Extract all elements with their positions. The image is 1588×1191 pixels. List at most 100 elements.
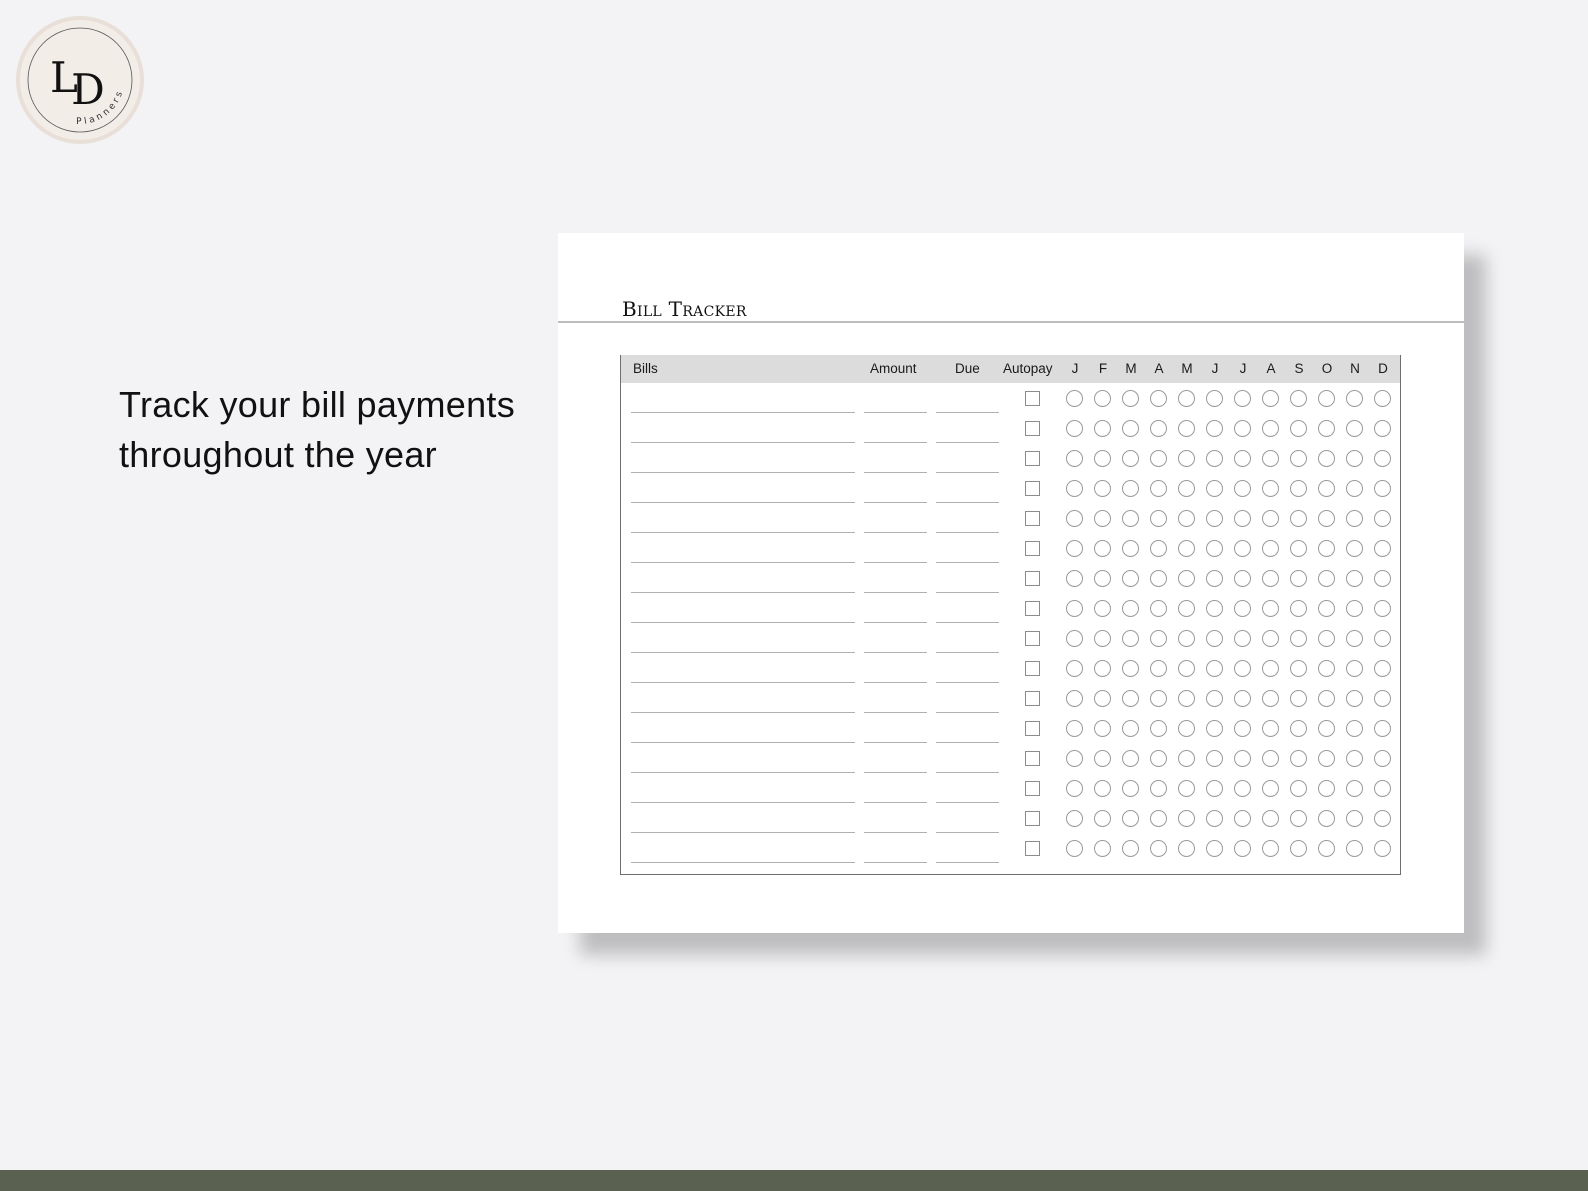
month-paid-circle-may[interactable] [1178, 690, 1195, 707]
month-paid-circle-apr[interactable] [1150, 840, 1167, 857]
bill-name-line[interactable] [631, 652, 855, 653]
month-paid-circle-dec[interactable] [1374, 570, 1391, 587]
bill-name-line[interactable] [631, 412, 855, 413]
month-paid-circle-aug[interactable] [1262, 660, 1279, 677]
month-paid-circle-mar[interactable] [1122, 750, 1139, 767]
bill-name-line[interactable] [631, 862, 855, 863]
month-paid-circle-may[interactable] [1178, 810, 1195, 827]
bill-name-line[interactable] [631, 592, 855, 593]
month-paid-circle-feb[interactable] [1094, 690, 1111, 707]
month-paid-circle-jun[interactable] [1206, 510, 1223, 527]
month-paid-circle-jan[interactable] [1066, 600, 1083, 617]
month-paid-circle-mar[interactable] [1122, 510, 1139, 527]
month-paid-circle-may[interactable] [1178, 630, 1195, 647]
month-paid-circle-feb[interactable] [1094, 390, 1111, 407]
month-paid-circle-jan[interactable] [1066, 630, 1083, 647]
due-date-line[interactable] [936, 832, 999, 833]
month-paid-circle-feb[interactable] [1094, 660, 1111, 677]
bill-name-line[interactable] [631, 802, 855, 803]
month-paid-circle-jul[interactable] [1234, 510, 1251, 527]
amount-line[interactable] [864, 652, 927, 653]
month-paid-circle-apr[interactable] [1150, 600, 1167, 617]
month-paid-circle-feb[interactable] [1094, 450, 1111, 467]
month-paid-circle-jan[interactable] [1066, 570, 1083, 587]
month-paid-circle-aug[interactable] [1262, 480, 1279, 497]
month-paid-circle-nov[interactable] [1346, 450, 1363, 467]
month-paid-circle-dec[interactable] [1374, 690, 1391, 707]
month-paid-circle-jun[interactable] [1206, 780, 1223, 797]
month-paid-circle-jan[interactable] [1066, 480, 1083, 497]
month-paid-circle-jul[interactable] [1234, 780, 1251, 797]
month-paid-circle-dec[interactable] [1374, 630, 1391, 647]
month-paid-circle-apr[interactable] [1150, 510, 1167, 527]
month-paid-circle-aug[interactable] [1262, 690, 1279, 707]
autopay-checkbox[interactable] [1025, 811, 1040, 826]
month-paid-circle-feb[interactable] [1094, 750, 1111, 767]
month-paid-circle-jun[interactable] [1206, 450, 1223, 467]
month-paid-circle-dec[interactable] [1374, 810, 1391, 827]
amount-line[interactable] [864, 412, 927, 413]
month-paid-circle-apr[interactable] [1150, 780, 1167, 797]
bill-name-line[interactable] [631, 712, 855, 713]
month-paid-circle-dec[interactable] [1374, 750, 1391, 767]
autopay-checkbox[interactable] [1025, 391, 1040, 406]
month-paid-circle-jun[interactable] [1206, 750, 1223, 767]
month-paid-circle-jan[interactable] [1066, 660, 1083, 677]
due-date-line[interactable] [936, 442, 999, 443]
month-paid-circle-mar[interactable] [1122, 420, 1139, 437]
month-paid-circle-jul[interactable] [1234, 690, 1251, 707]
month-paid-circle-may[interactable] [1178, 480, 1195, 497]
bill-name-line[interactable] [631, 622, 855, 623]
month-paid-circle-sep[interactable] [1290, 510, 1307, 527]
month-paid-circle-aug[interactable] [1262, 750, 1279, 767]
month-paid-circle-apr[interactable] [1150, 480, 1167, 497]
month-paid-circle-jan[interactable] [1066, 750, 1083, 767]
month-paid-circle-feb[interactable] [1094, 540, 1111, 557]
month-paid-circle-jan[interactable] [1066, 720, 1083, 737]
due-date-line[interactable] [936, 532, 999, 533]
month-paid-circle-mar[interactable] [1122, 540, 1139, 557]
autopay-checkbox[interactable] [1025, 511, 1040, 526]
amount-line[interactable] [864, 472, 927, 473]
bill-name-line[interactable] [631, 532, 855, 533]
month-paid-circle-dec[interactable] [1374, 660, 1391, 677]
due-date-line[interactable] [936, 562, 999, 563]
month-paid-circle-jan[interactable] [1066, 510, 1083, 527]
month-paid-circle-nov[interactable] [1346, 570, 1363, 587]
month-paid-circle-aug[interactable] [1262, 510, 1279, 527]
month-paid-circle-jun[interactable] [1206, 810, 1223, 827]
month-paid-circle-jun[interactable] [1206, 390, 1223, 407]
month-paid-circle-jun[interactable] [1206, 570, 1223, 587]
month-paid-circle-jun[interactable] [1206, 690, 1223, 707]
amount-line[interactable] [864, 832, 927, 833]
month-paid-circle-apr[interactable] [1150, 420, 1167, 437]
month-paid-circle-mar[interactable] [1122, 810, 1139, 827]
autopay-checkbox[interactable] [1025, 691, 1040, 706]
month-paid-circle-jan[interactable] [1066, 840, 1083, 857]
month-paid-circle-sep[interactable] [1290, 450, 1307, 467]
month-paid-circle-apr[interactable] [1150, 810, 1167, 827]
month-paid-circle-jul[interactable] [1234, 450, 1251, 467]
month-paid-circle-feb[interactable] [1094, 840, 1111, 857]
autopay-checkbox[interactable] [1025, 451, 1040, 466]
bill-name-line[interactable] [631, 562, 855, 563]
month-paid-circle-nov[interactable] [1346, 420, 1363, 437]
month-paid-circle-mar[interactable] [1122, 780, 1139, 797]
month-paid-circle-jul[interactable] [1234, 540, 1251, 557]
month-paid-circle-may[interactable] [1178, 750, 1195, 767]
month-paid-circle-jun[interactable] [1206, 480, 1223, 497]
month-paid-circle-nov[interactable] [1346, 390, 1363, 407]
autopay-checkbox[interactable] [1025, 571, 1040, 586]
month-paid-circle-mar[interactable] [1122, 630, 1139, 647]
month-paid-circle-feb[interactable] [1094, 720, 1111, 737]
month-paid-circle-jun[interactable] [1206, 840, 1223, 857]
month-paid-circle-mar[interactable] [1122, 660, 1139, 677]
month-paid-circle-oct[interactable] [1318, 750, 1335, 767]
autopay-checkbox[interactable] [1025, 751, 1040, 766]
month-paid-circle-apr[interactable] [1150, 450, 1167, 467]
bill-name-line[interactable] [631, 742, 855, 743]
month-paid-circle-dec[interactable] [1374, 510, 1391, 527]
amount-line[interactable] [864, 532, 927, 533]
month-paid-circle-nov[interactable] [1346, 660, 1363, 677]
month-paid-circle-aug[interactable] [1262, 810, 1279, 827]
